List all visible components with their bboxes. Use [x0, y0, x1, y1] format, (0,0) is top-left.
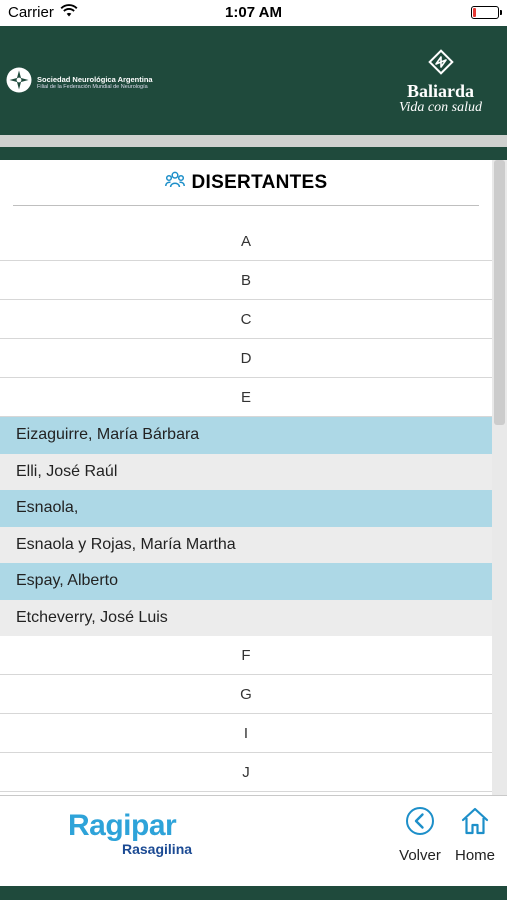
title-divider [13, 205, 479, 206]
speaker-item[interactable]: Esnaola, [0, 490, 492, 527]
bottom-band [0, 886, 507, 900]
header-gray-band [0, 135, 507, 147]
scrollbar[interactable] [492, 160, 507, 795]
brand-tagline: Vida con salud [399, 100, 482, 115]
clock: 1:07 AM [225, 4, 282, 21]
baliarda-logo: Baliarda Vida con salud [399, 48, 482, 115]
speaker-item[interactable]: Espay, Alberto [0, 563, 492, 600]
app-header: Sociedad Neurológica Argentina Filial de… [0, 26, 507, 135]
letter-header-d[interactable]: D [0, 339, 492, 378]
product-logo: Ragipar Rasagilina [68, 809, 193, 857]
scrollbar-thumb[interactable] [494, 160, 505, 425]
speakers-panel[interactable]: DISERTANTES A B C D E Eizaguirre, María … [0, 160, 492, 795]
letter-header-j[interactable]: J [0, 753, 492, 792]
home-icon [460, 807, 490, 840]
status-bar: Carrier 1:07 AM [0, 0, 507, 26]
home-label: Home [454, 847, 495, 864]
speakers-list: A B C D E Eizaguirre, María Bárbara Elli… [0, 222, 492, 792]
people-icon [164, 171, 185, 194]
letter-header-b[interactable]: B [0, 261, 492, 300]
section-header: DISERTANTES [0, 160, 492, 205]
speaker-item[interactable]: Elli, José Raúl [0, 453, 492, 490]
org-subtitle: Filial de la Federación Mundial de Neuro… [37, 83, 148, 90]
home-button[interactable]: Home [451, 806, 499, 864]
letter-header-i[interactable]: I [0, 714, 492, 753]
letter-header-e[interactable]: E [0, 378, 492, 417]
letter-header-c[interactable]: C [0, 300, 492, 339]
sna-emblem-icon [6, 67, 32, 98]
back-label: Volver [399, 847, 441, 864]
product-subtitle: Rasagilina [122, 841, 193, 857]
page-title: DISERTANTES [191, 171, 328, 193]
product-name: Ragipar [68, 809, 177, 842]
speaker-item[interactable]: Etcheverry, José Luis [0, 599, 492, 636]
sna-logo: Sociedad Neurológica Argentina Filial de… [6, 67, 153, 98]
back-button[interactable]: Volver [397, 806, 443, 864]
header-green-band [0, 147, 507, 160]
letter-header-a[interactable]: A [0, 222, 492, 261]
org-name: Sociedad Neurológica Argentina [37, 74, 153, 84]
battery-icon [471, 6, 502, 19]
baliarda-emblem-icon [427, 49, 455, 80]
letter-header-f[interactable]: F [0, 636, 492, 675]
speaker-item[interactable]: Esnaola y Rojas, María Martha [0, 526, 492, 563]
footer-bar: Ragipar Rasagilina Volver Home [0, 796, 507, 886]
brand-name: Baliarda [407, 81, 475, 101]
speaker-item[interactable]: Eizaguirre, María Bárbara [0, 417, 492, 454]
letter-header-g[interactable]: G [0, 675, 492, 714]
back-arrow-icon [405, 807, 435, 840]
